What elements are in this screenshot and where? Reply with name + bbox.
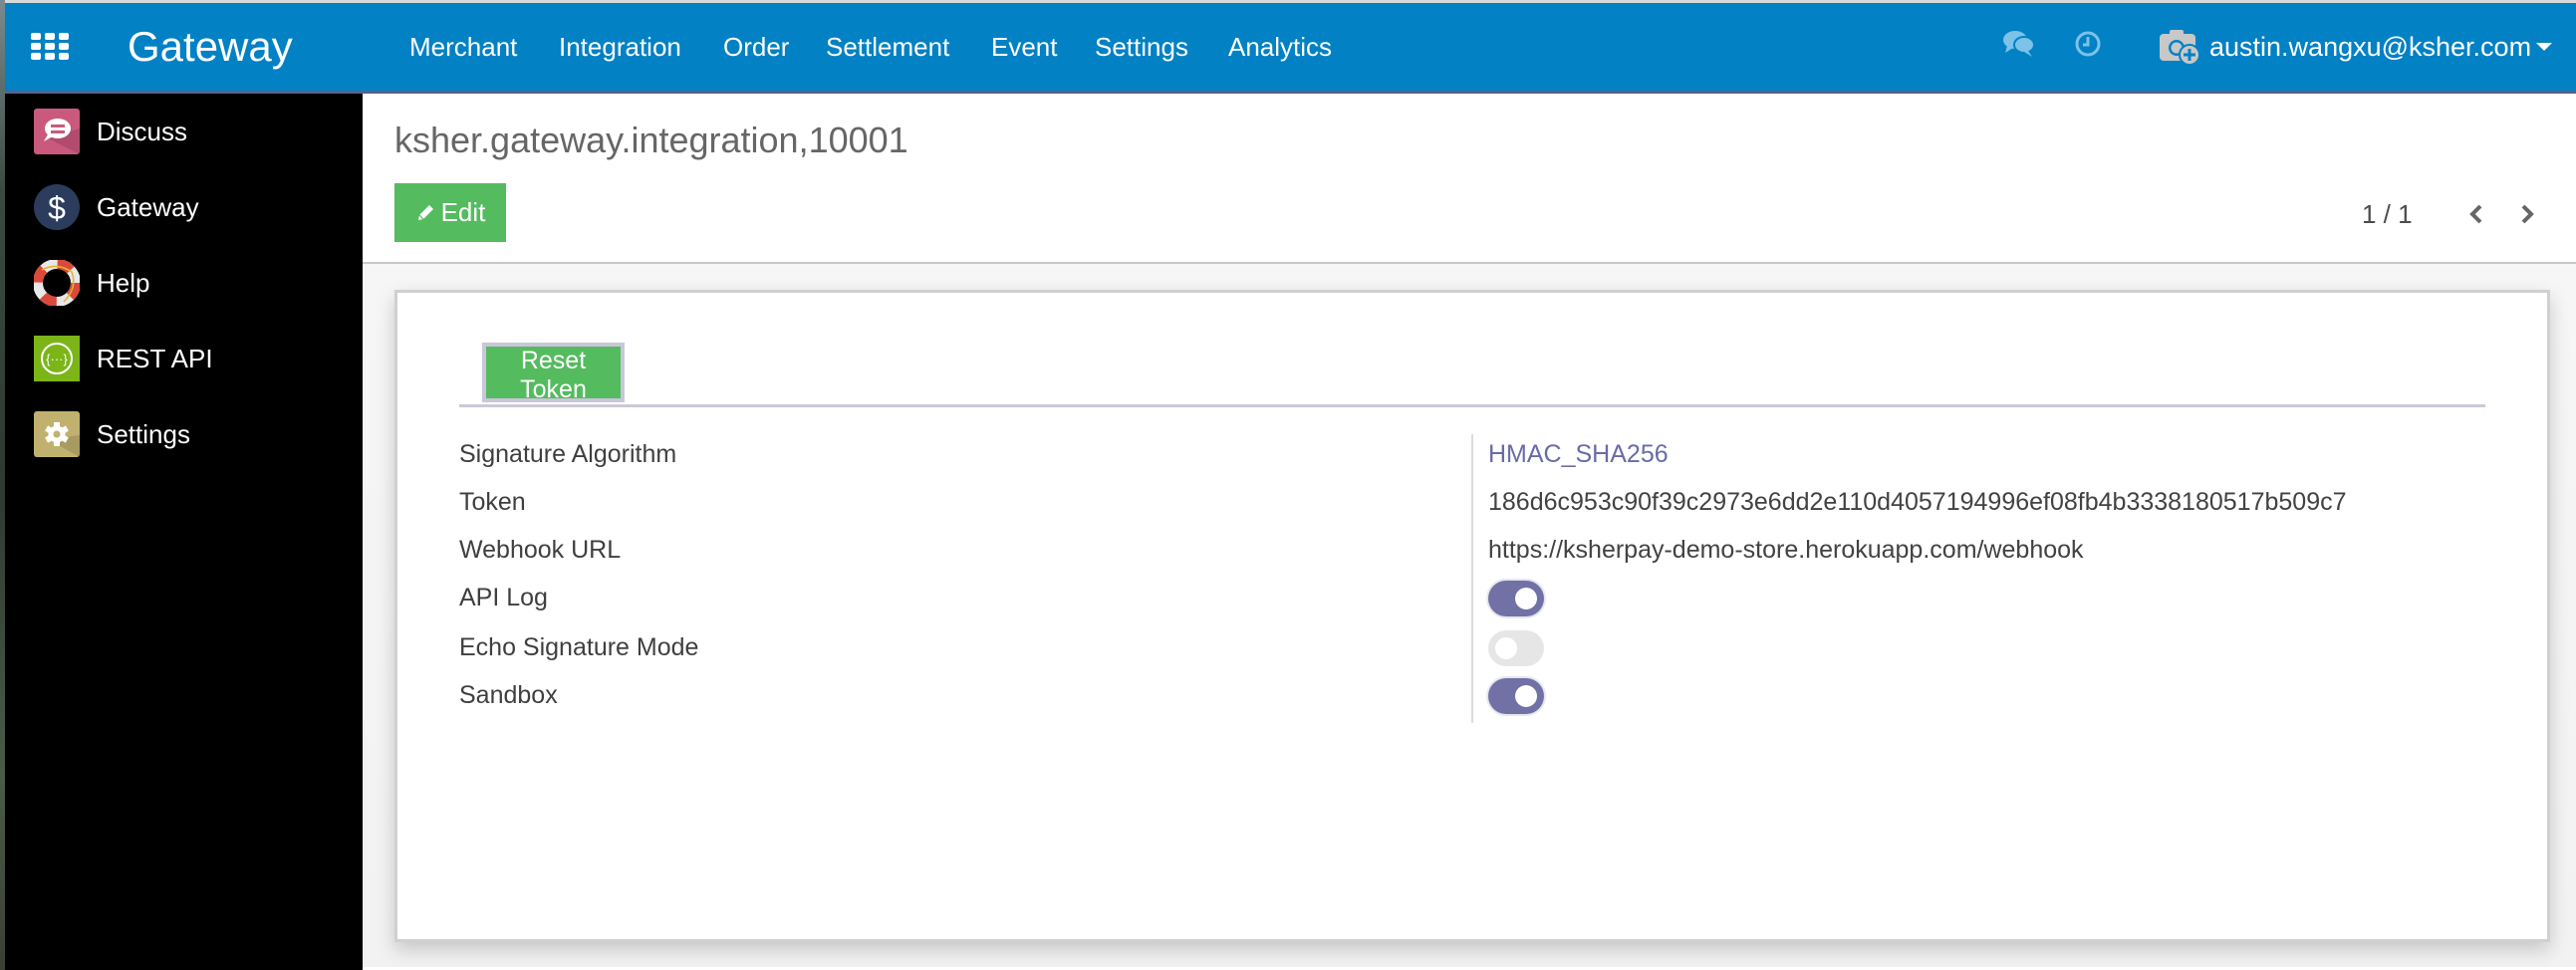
reset-token-button[interactable]: Reset Token <box>482 343 625 403</box>
field-label: Sandbox <box>459 681 558 709</box>
sidebar-item-rest-api[interactable]: {···} REST API <box>5 328 363 389</box>
discuss-icon <box>34 109 80 154</box>
clock-icon[interactable] <box>2074 30 2102 63</box>
sidebar-label: Discuss <box>97 117 188 146</box>
sidebar-label: Gateway <box>97 192 199 222</box>
menu-merchant[interactable]: Merchant <box>409 30 517 64</box>
field-api-log: API Log <box>397 581 2489 628</box>
edit-button-label: Edit <box>440 197 486 227</box>
api-log-toggle[interactable] <box>1488 581 1544 616</box>
top-navbar: Gateway Merchant Integration Order Settl… <box>5 3 2576 94</box>
avatar-camera-icon[interactable] <box>2160 28 2201 66</box>
user-menu[interactable]: austin.wangxu@ksher.com <box>2209 30 2531 64</box>
sandbox-toggle[interactable] <box>1488 678 1544 714</box>
field-label: Signature Algorithm <box>459 440 677 468</box>
menu-integration[interactable]: Integration <box>559 30 681 64</box>
field-label: API Log <box>459 584 548 611</box>
menu-settings[interactable]: Settings <box>1095 30 1188 64</box>
apps-grid-icon[interactable] <box>31 33 69 61</box>
field-label: Echo Signature Mode <box>459 633 699 661</box>
webhook-url-value: https://ksherpay-demo-store.herokuapp.co… <box>1488 536 2084 564</box>
menu-order[interactable]: Order <box>723 30 789 64</box>
sidebar-label: Settings <box>97 419 190 449</box>
svg-text:$: $ <box>48 190 66 226</box>
form-view: Reset Token Signature Algorithm HMAC_SHA… <box>363 264 2576 970</box>
svg-text:{···}: {···} <box>46 352 68 366</box>
lifebuoy-icon <box>33 259 81 307</box>
pager-value[interactable]: 1 / 1 <box>2362 197 2413 231</box>
form-header-divider <box>459 404 2485 407</box>
app-sidebar: Discuss $ Gateway Help {···} REST API Se… <box>5 94 363 970</box>
gear-icon <box>34 411 80 457</box>
pager-previous-icon[interactable] <box>2462 197 2490 231</box>
pencil-icon <box>417 205 433 220</box>
rest-api-icon: {···} <box>34 336 80 381</box>
field-label: Webhook URL <box>459 536 622 564</box>
field-echo-signature-mode: Echo Signature Mode <box>397 630 2489 678</box>
sidebar-label: Help <box>97 268 150 298</box>
dollar-icon: $ <box>34 184 80 230</box>
pager-next-icon[interactable] <box>2513 197 2541 231</box>
form-sheet: Reset Token Signature Algorithm HMAC_SHA… <box>394 290 2550 942</box>
caret-down-icon[interactable] <box>2536 43 2552 51</box>
menu-settlement[interactable]: Settlement <box>826 30 949 64</box>
token-value: 186d6c953c90f39c2973e6dd2e110d4057194996… <box>1488 488 2347 516</box>
sidebar-item-gateway[interactable]: $ Gateway <box>5 176 363 238</box>
desktop-wallpaper-strip <box>0 0 5 970</box>
field-signature-algorithm: Signature Algorithm HMAC_SHA256 <box>397 437 2489 485</box>
edit-button[interactable]: Edit <box>394 183 506 242</box>
app-brand: Gateway <box>128 23 293 70</box>
signature-algorithm-link[interactable]: HMAC_SHA256 <box>1488 437 1669 471</box>
sidebar-item-settings[interactable]: Settings <box>5 403 363 465</box>
field-sandbox: Sandbox <box>397 678 2489 726</box>
field-token: Token 186d6c953c90f39c2973e6dd2e110d4057… <box>397 485 2489 533</box>
sidebar-item-help[interactable]: Help <box>5 252 363 314</box>
menu-event[interactable]: Event <box>991 30 1058 64</box>
echo-signature-mode-toggle[interactable] <box>1488 630 1544 666</box>
sidebar-label: REST API <box>97 344 213 373</box>
sidebar-item-discuss[interactable]: Discuss <box>5 101 363 162</box>
field-label: Token <box>459 488 526 516</box>
control-panel: ksher.gateway.integration,10001 Edit 1 /… <box>363 94 2576 264</box>
field-webhook-url: Webhook URL https://ksherpay-demo-store.… <box>397 533 2489 581</box>
breadcrumb-record-title: ksher.gateway.integration,10001 <box>394 120 908 160</box>
chat-icon[interactable] <box>2002 29 2036 64</box>
menu-analytics[interactable]: Analytics <box>1228 30 1332 64</box>
